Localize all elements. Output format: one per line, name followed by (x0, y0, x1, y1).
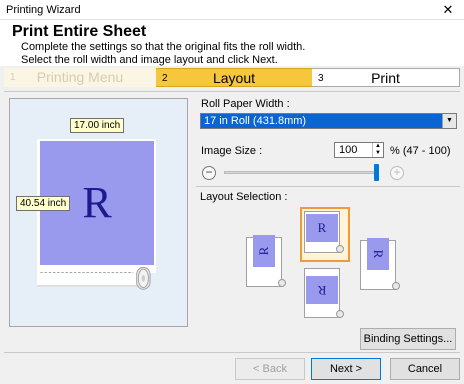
step-layout: 2 Layout (156, 68, 312, 87)
divider (4, 352, 460, 353)
step-label: Print (371, 70, 400, 86)
image-size-label: Image Size : (201, 145, 263, 157)
back-button[interactable]: < Back (235, 358, 305, 380)
layout-upside-down-option[interactable]: R (304, 268, 346, 322)
wizard-steps: 1 Printing Menu 2 Layout 3 Print (4, 68, 460, 87)
next-button[interactable]: Next > (311, 358, 381, 380)
height-dimension-label: 40.54 inch (16, 196, 71, 211)
spin-arrows-icon[interactable]: ▲ ▼ (372, 143, 383, 157)
chevron-down-icon[interactable]: ▼ (442, 114, 456, 128)
binding-settings-button[interactable]: Binding Settings... (360, 328, 456, 350)
roll-icon (278, 279, 286, 287)
layout-rotate-right-option[interactable]: R (360, 238, 402, 294)
image-size-stepper[interactable]: 100 ▲ ▼ (334, 142, 384, 158)
layout-letter: R (253, 235, 275, 267)
roll-icon (37, 265, 151, 290)
layout-rotate-left-option[interactable]: R (246, 235, 288, 291)
roll-paper-width-value: 17 in Roll (431.8mm) (204, 115, 307, 127)
close-icon[interactable]: ✕ (432, 0, 464, 20)
title-bar: Printing Wizard ✕ (0, 0, 464, 20)
instruction-line-2: Select the roll width and image layout a… (21, 54, 278, 66)
step-print: 3 Print (312, 68, 460, 87)
image-size-range: % (47 - 100) (390, 145, 451, 157)
zoom-in-icon[interactable]: + (390, 166, 404, 180)
step-label: Printing Menu (36, 69, 124, 85)
roll-paper-width-label: Roll Paper Width : (201, 98, 290, 110)
step-printing-menu: 1 Printing Menu (4, 68, 156, 87)
roll-icon (336, 310, 344, 318)
cancel-button[interactable]: Cancel (390, 358, 460, 380)
layout-letter: R (367, 238, 389, 270)
image-size-slider[interactable]: − + (198, 164, 408, 182)
window-title: Printing Wizard (6, 4, 81, 16)
image-size-value: 100 (339, 144, 358, 156)
divider (4, 91, 460, 92)
roll-icon (392, 282, 400, 290)
roll-paper-width-select[interactable]: 17 in Roll (431.8mm) ▼ (200, 113, 457, 129)
page-title: Print Entire Sheet (12, 23, 147, 40)
layout-preview: R 17.00 inch 40.54 inch (9, 98, 188, 327)
step-label: Layout (212, 70, 256, 86)
layout-letter: R (306, 276, 338, 304)
slider-track[interactable] (224, 171, 376, 174)
instruction-line-1: Complete the settings so that the origin… (21, 41, 306, 53)
slider-thumb[interactable] (374, 164, 379, 181)
header: Print Entire Sheet Complete the settings… (0, 20, 464, 66)
roll-icon (336, 245, 344, 253)
layout-portrait-option[interactable]: R (304, 211, 346, 259)
layout-letter: R (306, 214, 338, 242)
divider (196, 186, 460, 187)
layout-selection-label: Layout Selection : (200, 191, 288, 203)
zoom-out-icon[interactable]: − (202, 166, 216, 180)
width-dimension-label: 17.00 inch (70, 118, 125, 133)
